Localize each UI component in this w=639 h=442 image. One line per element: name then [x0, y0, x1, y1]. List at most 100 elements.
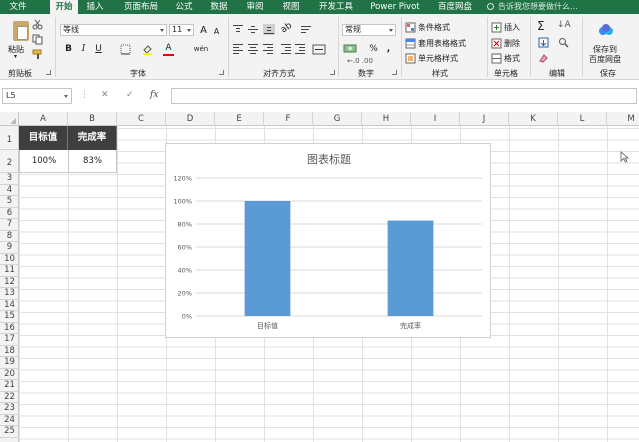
wrap-text-icon[interactable]	[301, 25, 311, 34]
cancel-icon[interactable]: ✕	[101, 90, 109, 100]
align-top-icon[interactable]	[233, 25, 243, 34]
row-header-16[interactable]: 16	[0, 323, 19, 334]
conditional-format-icon[interactable]	[405, 22, 416, 33]
row-header-11[interactable]: 11	[0, 265, 19, 277]
formula-input[interactable]	[171, 88, 637, 104]
name-box[interactable]: L5	[2, 88, 72, 104]
row-header-13[interactable]: 13	[0, 288, 19, 300]
merge-center-icon[interactable]	[312, 44, 326, 55]
tab-data[interactable]: 数据	[205, 0, 233, 14]
row-header-24[interactable]: 24	[0, 415, 19, 426]
font-size-combo[interactable]: 11	[169, 24, 194, 36]
row-header-7[interactable]: 7	[0, 219, 19, 231]
tab-developer[interactable]: 开发工具	[314, 0, 358, 14]
row-header-1[interactable]: 1	[0, 126, 19, 150]
align-bottom-icon[interactable]	[263, 24, 275, 35]
column-header-j[interactable]: J	[460, 112, 509, 126]
enter-icon[interactable]: ✓	[126, 90, 134, 100]
save-to-baidu-button[interactable]: 保存到 百度网盘	[585, 17, 635, 65]
italic-button[interactable]: I	[78, 44, 89, 55]
increase-indent-icon[interactable]	[295, 44, 305, 54]
tell-me-box[interactable]: 告诉我您想要做什么...	[487, 0, 578, 14]
column-header-e[interactable]: E	[215, 112, 264, 126]
fill-color-icon[interactable]	[142, 44, 153, 55]
column-header-m[interactable]: M	[607, 112, 639, 126]
row-header-22[interactable]: 22	[0, 392, 19, 403]
column-header-a[interactable]: A	[19, 112, 68, 126]
cell-b1-header[interactable]: 完成率	[68, 126, 117, 150]
paste-button[interactable]: 粘贴 ▾	[4, 16, 30, 62]
row-header-17[interactable]: 17	[0, 334, 19, 346]
format-cells-button[interactable]: 格式	[504, 53, 520, 64]
tab-power-pivot[interactable]: Power Pivot	[367, 0, 423, 14]
number-launcher-icon[interactable]	[392, 70, 397, 75]
row-header-21[interactable]: 21	[0, 380, 19, 392]
tab-baidu-netdisk[interactable]: 百度网盘	[433, 0, 477, 14]
row-header-19[interactable]: 19	[0, 357, 19, 369]
tab-file[interactable]: 文件	[3, 0, 33, 14]
underline-button[interactable]: U	[93, 44, 104, 55]
column-header-g[interactable]: G	[313, 112, 362, 126]
cell-styles-icon[interactable]	[405, 53, 416, 64]
tab-view[interactable]: 视图	[277, 0, 305, 14]
cut-icon[interactable]	[32, 19, 43, 30]
conditional-format-button[interactable]: 条件格式	[418, 22, 450, 33]
shrink-font-button[interactable]: A	[211, 26, 222, 37]
font-launcher-icon[interactable]	[219, 70, 224, 75]
insert-cells-icon[interactable]	[491, 22, 502, 33]
column-header-c[interactable]: C	[117, 112, 166, 126]
tab-home[interactable]: 开始	[50, 0, 78, 14]
row-header-5[interactable]: 5	[0, 196, 19, 208]
align-middle-icon[interactable]	[248, 25, 258, 34]
grow-font-button[interactable]: A	[198, 25, 209, 36]
clipboard-launcher-icon[interactable]	[46, 70, 51, 75]
clear-icon[interactable]	[538, 53, 549, 64]
row-header-2[interactable]: 2	[0, 150, 19, 173]
row-header-8[interactable]: 8	[0, 231, 19, 242]
column-header-d[interactable]: D	[166, 112, 215, 126]
row-header-15[interactable]: 15	[0, 311, 19, 323]
cell-a2-value[interactable]: 100%	[19, 150, 69, 173]
align-center-icon[interactable]	[248, 44, 258, 54]
row-header-3[interactable]: 3	[0, 173, 19, 185]
comma-style-button[interactable]: ,	[383, 44, 394, 55]
row-header-14[interactable]: 14	[0, 300, 19, 311]
format-painter-icon[interactable]	[32, 49, 43, 60]
row-header-20[interactable]: 20	[0, 369, 19, 380]
column-chart[interactable]: 图表标题 0% 20% 40% 60% 80% 100% 120% 目标值 完成率	[165, 143, 491, 338]
format-cells-icon[interactable]	[491, 53, 502, 64]
column-header-b[interactable]: B	[68, 112, 117, 126]
row-header-4[interactable]: 4	[0, 185, 19, 196]
column-header-h[interactable]: H	[362, 112, 411, 126]
decrease-indent-icon[interactable]	[281, 44, 291, 54]
format-as-table-icon[interactable]	[405, 38, 416, 49]
font-color-button[interactable]: A	[163, 43, 174, 54]
align-right-icon[interactable]	[263, 44, 273, 54]
column-header-f[interactable]: F	[264, 112, 313, 126]
cell-b2-value[interactable]: 83%	[68, 150, 117, 173]
accounting-format-icon[interactable]	[343, 43, 357, 54]
font-name-combo[interactable]: 等线	[60, 24, 167, 36]
tab-page-layout[interactable]: 页面布局	[117, 0, 165, 14]
cell-styles-button[interactable]: 单元格样式	[418, 53, 458, 64]
row-header-18[interactable]: 18	[0, 346, 19, 357]
tab-review[interactable]: 审阅	[241, 0, 269, 14]
find-select-icon[interactable]	[558, 37, 569, 48]
percent-style-button[interactable]: %	[368, 44, 379, 55]
select-all-button[interactable]	[0, 112, 19, 126]
row-header-23[interactable]: 23	[0, 403, 19, 415]
insert-function-icon[interactable]: fx	[150, 90, 158, 100]
bold-button[interactable]: B	[63, 44, 74, 55]
row-header-9[interactable]: 9	[0, 242, 19, 254]
row-header-6[interactable]: 6	[0, 208, 19, 219]
column-header-i[interactable]: I	[411, 112, 460, 126]
fill-icon[interactable]	[538, 37, 549, 48]
column-header-k[interactable]: K	[509, 112, 558, 126]
insert-cells-button[interactable]: 插入	[504, 22, 520, 33]
row-header-12[interactable]: 12	[0, 277, 19, 288]
sort-filter-icon[interactable]: ↓A	[557, 20, 571, 30]
phonetic-button[interactable]: wén	[192, 44, 210, 55]
alignment-launcher-icon[interactable]	[330, 70, 335, 75]
column-header-l[interactable]: L	[558, 112, 607, 126]
format-as-table-button[interactable]: 套用表格格式	[418, 38, 466, 49]
